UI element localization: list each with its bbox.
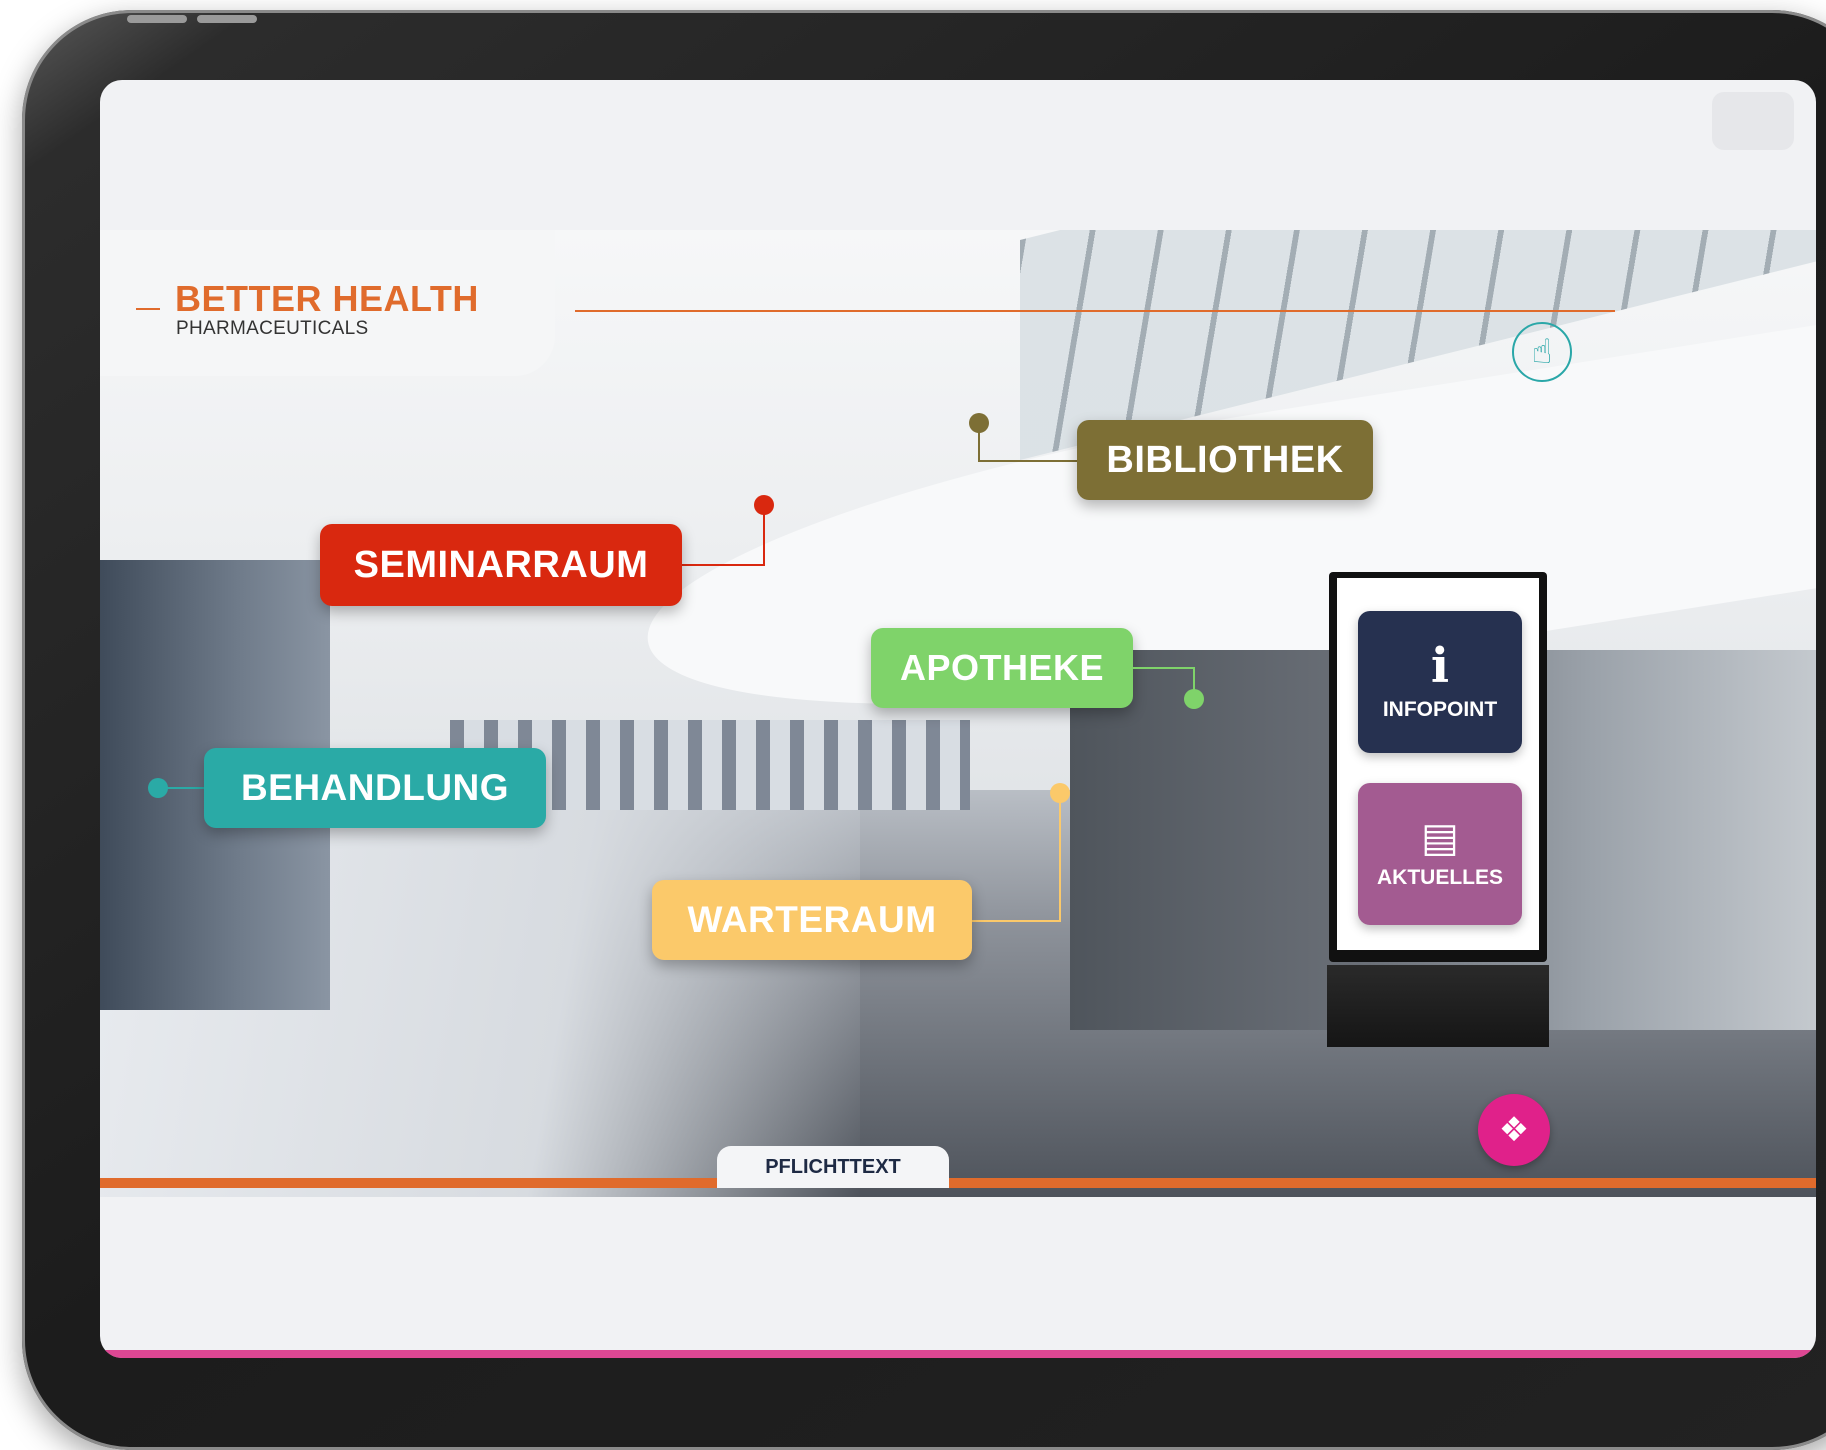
apotheke-connector (1133, 667, 1195, 669)
aktuelles-label: AKTUELLES (1377, 866, 1503, 889)
hotspot-seminarraum[interactable]: SEMINARRAUM (320, 524, 682, 606)
seminarraum-connector (763, 506, 765, 566)
hotspot-apotheke-label: APOTHEKE (899, 647, 1105, 688)
newspaper-icon: ▤ (1421, 814, 1459, 861)
bottom-accent-strip (100, 1350, 1816, 1358)
aktuelles-button[interactable]: ▤ AKTUELLES (1358, 783, 1522, 925)
logo-dash (136, 308, 160, 310)
footer-divider (100, 1178, 1816, 1188)
bibliothek-connector (978, 460, 1078, 462)
hotspot-seminarraum-label: SEMINARRAUM (353, 543, 649, 586)
device-button (127, 15, 187, 23)
infopoint-button[interactable]: i INFOPOINT (1358, 611, 1522, 753)
warteraum-connector (1059, 795, 1061, 921)
brand-logo-icon[interactable]: ❖ (1478, 1094, 1550, 1166)
tablet-screen: BETTER HEALTH PHARMACEUTICALS ☝ BIBLIOTH… (100, 80, 1816, 1358)
hotspot-behandlung-label: BEHANDLUNG (240, 767, 510, 808)
logo-card: BETTER HEALTH PHARMACEUTICALS (100, 230, 555, 376)
hotspot-behandlung[interactable]: BEHANDLUNG (204, 748, 546, 828)
brand-subtitle: PHARMACEUTICALS (176, 318, 369, 339)
info-icon: i (1430, 638, 1450, 694)
hotspot-apotheke[interactable]: APOTHEKE (871, 628, 1133, 708)
infopoint-label: INFOPOINT (1382, 698, 1498, 721)
tablet-frame: BETTER HEALTH PHARMACEUTICALS ☝ BIBLIOTH… (22, 10, 1826, 1450)
hotspot-bibliothek[interactable]: BIBLIOTHEK (1077, 420, 1373, 500)
warteraum-connector (970, 920, 1061, 922)
header-divider (575, 310, 1615, 312)
behandlung-connector (160, 787, 206, 789)
brand-name: BETTER HEALTH (175, 278, 479, 319)
hotspot-warteraum-label: WARTERAUM (687, 899, 937, 940)
pointer-hand-icon: ☝ (1512, 322, 1572, 382)
hotspot-warteraum[interactable]: WARTERAUM (652, 880, 972, 960)
apotheke-dot (1184, 689, 1204, 709)
pflichttext-label: PFLICHTTEXT (765, 1155, 901, 1178)
lobby-scene: BETTER HEALTH PHARMACEUTICALS ☝ BIBLIOTH… (100, 230, 1816, 1197)
bibliothek-connector (978, 425, 980, 461)
pflichttext-tab[interactable]: PFLICHTTEXT (717, 1146, 949, 1188)
kiosk-base (1327, 965, 1549, 1047)
device-button (197, 15, 257, 23)
top-corner-button[interactable] (1712, 92, 1794, 150)
seminarraum-connector (680, 564, 765, 566)
hotspot-bibliothek-label: BIBLIOTHEK (1106, 438, 1344, 481)
